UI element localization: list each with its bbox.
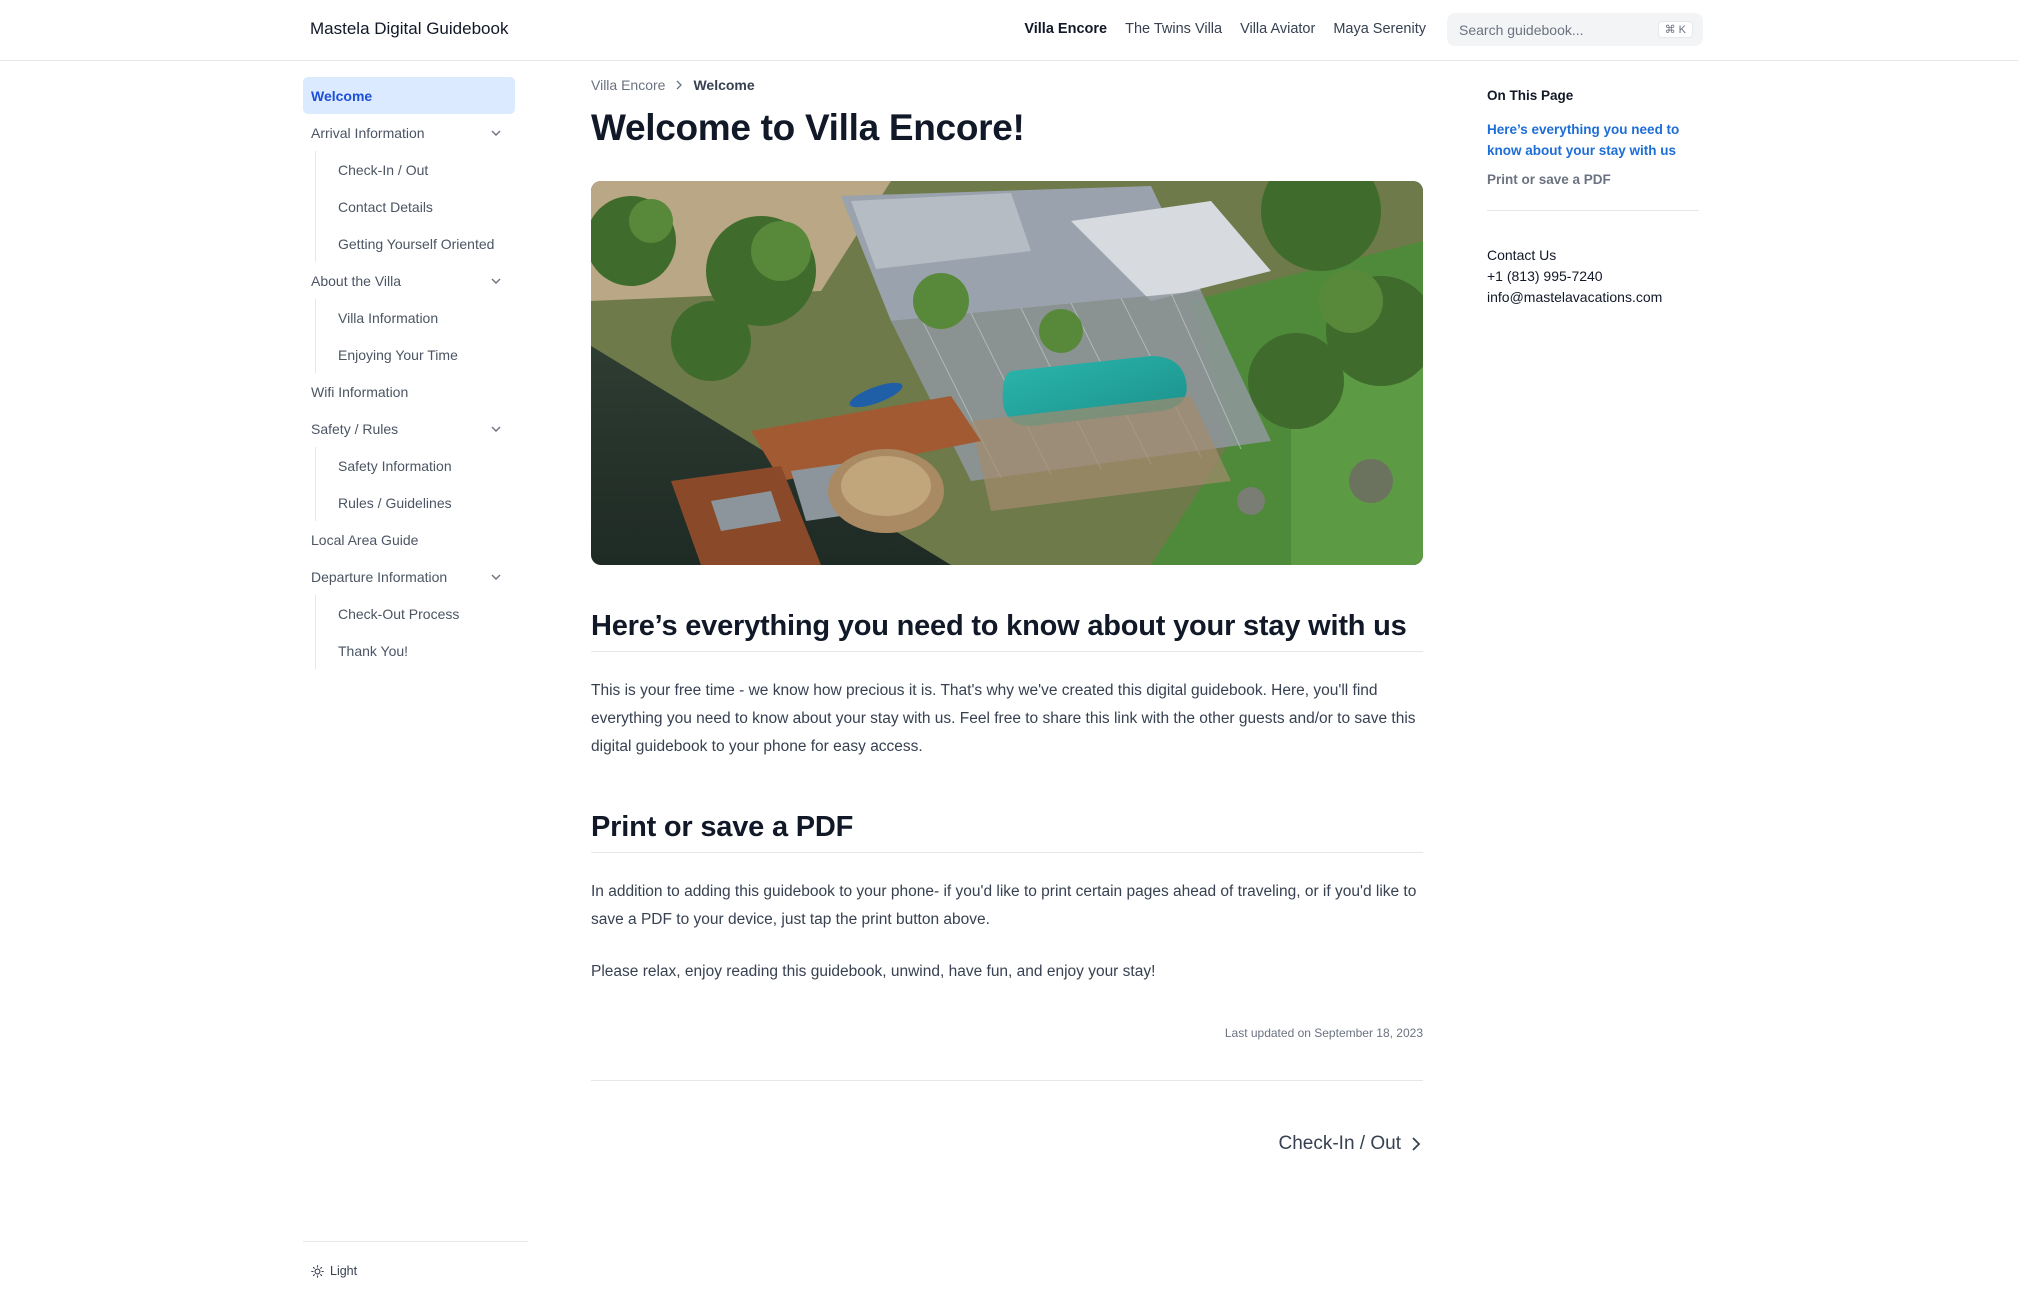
- chevron-down-icon[interactable]: [489, 422, 503, 436]
- contact-title: Contact Us: [1487, 247, 1557, 263]
- sidebar-item-about-the-villa[interactable]: About the Villa: [303, 262, 515, 299]
- top-nav: Villa Encore The Twins Villa Villa Aviat…: [1024, 21, 1426, 37]
- sidebar-item-safety-rules[interactable]: Safety / Rules: [303, 410, 515, 447]
- contact-email[interactable]: info@mastelavacations.com: [1487, 287, 1699, 308]
- section-paragraph-stay-info: This is your free time - we know how pre…: [591, 682, 1416, 755]
- sidebar-item-label: Safety / Rules: [311, 420, 399, 437]
- sidebar-group-safety: Safety Information Rules / Guidelines: [315, 447, 515, 521]
- toc-link-print-pdf[interactable]: Print or save a PDF: [1487, 169, 1699, 190]
- sidebar-item-wifi-information[interactable]: Wifi Information: [303, 373, 515, 410]
- section-heading-stay-info: Here’s everything you need to know about…: [591, 610, 1423, 652]
- chevron-down-icon[interactable]: [489, 126, 503, 140]
- sidebar-item-check-in-out[interactable]: Check-In / Out: [316, 151, 515, 188]
- sidebar-item-contact-details[interactable]: Contact Details: [316, 188, 515, 225]
- section-heading-print-pdf: Print or save a PDF: [591, 811, 1423, 853]
- chevron-down-icon[interactable]: [489, 570, 503, 584]
- toc-divider: [1487, 210, 1699, 211]
- sidebar-item-label: Arrival Information: [311, 124, 425, 141]
- section-paragraph-print-pdf: In addition to adding this guidebook to …: [591, 883, 1417, 928]
- sun-icon: [311, 1264, 324, 1278]
- main-content: Villa Encore Welcome Welcome to Villa En…: [591, 77, 1423, 1155]
- chevron-right-icon: [676, 80, 683, 90]
- sidebar-item-welcome[interactable]: Welcome: [303, 77, 515, 114]
- next-page-link[interactable]: Check-In / Out: [591, 1133, 1423, 1155]
- brand-title[interactable]: Mastela Digital Guidebook: [310, 19, 508, 39]
- page-title: Welcome to Villa Encore!: [591, 107, 1025, 148]
- sidebar-item-label: About the Villa: [311, 272, 402, 289]
- on-this-page-panel: On This Page Here’s everything you need …: [1487, 88, 1699, 308]
- sidebar-item-local-area-guide[interactable]: Local Area Guide: [303, 521, 515, 558]
- villa-aerial-photo: [591, 181, 1423, 565]
- sidebar-group-departure: Check-Out Process Thank You!: [315, 595, 515, 669]
- breadcrumb-current: Welcome: [693, 77, 755, 93]
- search-box[interactable]: ⌘ K: [1447, 13, 1703, 46]
- toc-title: On This Page: [1487, 88, 1574, 103]
- sidebar-item-safety-information[interactable]: Safety Information: [316, 447, 515, 484]
- contact-block: Contact Us +1 (813) 995-7240 info@mastel…: [1487, 245, 1699, 308]
- nav-the-twins-villa[interactable]: The Twins Villa: [1125, 21, 1222, 37]
- sidebar-item-villa-information[interactable]: Villa Information: [316, 299, 515, 336]
- last-updated-text: Last updated on September 18, 2023: [1224, 1026, 1423, 1040]
- sidebar-item-departure-information[interactable]: Departure Information: [303, 558, 515, 595]
- theme-toggle[interactable]: Light: [311, 1264, 357, 1278]
- nav-villa-encore[interactable]: Villa Encore: [1024, 21, 1107, 37]
- sidebar-footer: Light: [303, 1241, 528, 1278]
- footer-divider: [591, 1080, 1423, 1081]
- nav-maya-serenity[interactable]: Maya Serenity: [1333, 21, 1426, 37]
- sidebar-item-thank-you[interactable]: Thank You!: [316, 632, 515, 669]
- sidebar-group-about: Villa Information Enjoying Your Time: [315, 299, 515, 373]
- closing-paragraph: Please relax, enjoy reading this guidebo…: [591, 963, 1156, 980]
- breadcrumb: Villa Encore Welcome: [591, 68, 1423, 102]
- toc-link-stay-info[interactable]: Here’s everything you need to know about…: [1487, 119, 1699, 161]
- search-input[interactable]: [1459, 21, 1649, 38]
- top-bar: Mastela Digital Guidebook Villa Encore T…: [0, 0, 2018, 61]
- breadcrumb-parent[interactable]: Villa Encore: [591, 77, 665, 93]
- sidebar-item-getting-oriented[interactable]: Getting Yourself Oriented: [316, 225, 515, 262]
- sidebar-group-arrival: Check-In / Out Contact Details Getting Y…: [315, 151, 515, 262]
- next-page-label: Check-In / Out: [1278, 1133, 1402, 1154]
- search-shortcut-badge: ⌘ K: [1657, 21, 1693, 38]
- sidebar-item-check-out-process[interactable]: Check-Out Process: [316, 595, 515, 632]
- sidebar-item-label: Departure Information: [311, 568, 448, 585]
- theme-label: Light: [330, 1264, 358, 1278]
- nav-villa-aviator[interactable]: Villa Aviator: [1240, 21, 1315, 37]
- sidebar: Welcome Arrival Information Check-In / O…: [303, 77, 515, 669]
- contact-phone[interactable]: +1 (813) 995-7240: [1487, 266, 1699, 287]
- chevron-down-icon[interactable]: [489, 274, 503, 288]
- sidebar-item-enjoying-your-time[interactable]: Enjoying Your Time: [316, 336, 515, 373]
- sidebar-item-arrival-information[interactable]: Arrival Information: [303, 114, 515, 151]
- chevron-right-icon: [1412, 1137, 1421, 1151]
- sidebar-item-rules-guidelines[interactable]: Rules / Guidelines: [316, 484, 515, 521]
